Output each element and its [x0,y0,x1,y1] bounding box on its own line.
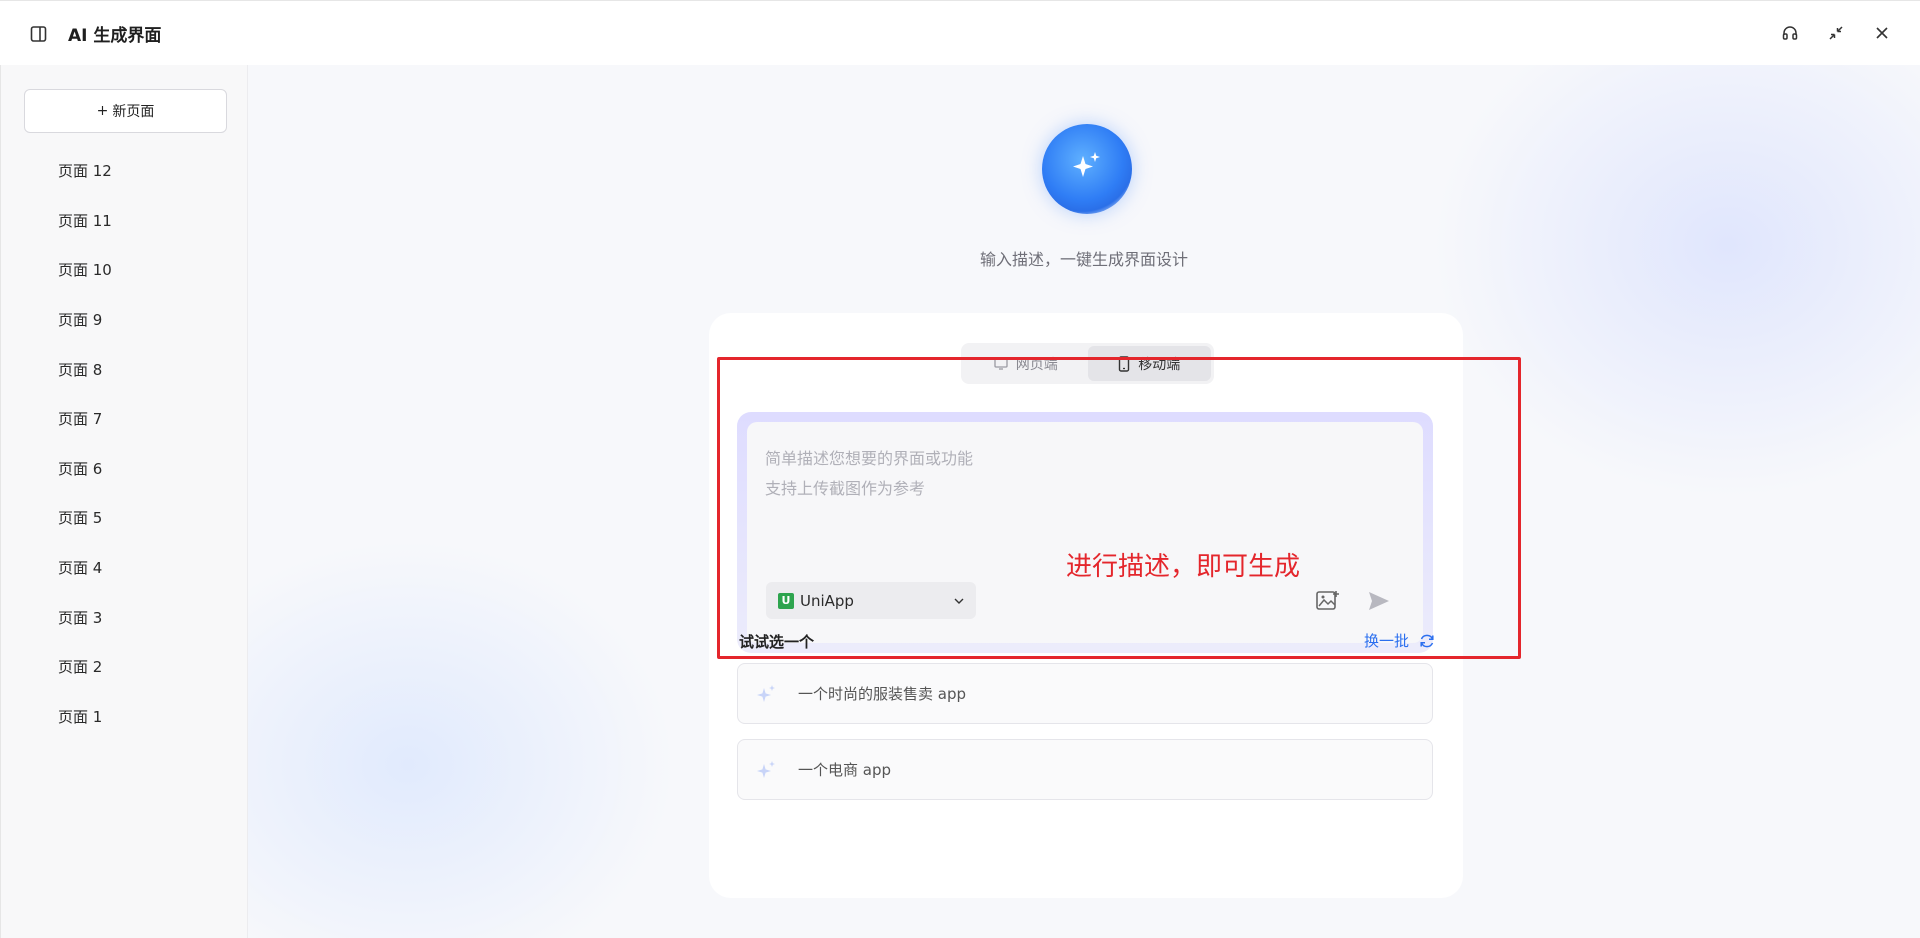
tab-mobile[interactable]: 移动端 [1087,346,1211,381]
sparkle-icon [1073,152,1100,177]
suggestion-text: 一个时尚的服装售卖 app [798,685,967,703]
main-area: 输入描述，一键生成界面设计 网页端 移动端 U UniApp [248,65,1920,938]
page-item[interactable]: 页面 1 [1,692,249,742]
sparkle-icon [757,685,775,702]
mobile-icon [1119,355,1130,372]
prompt-box: U UniApp [737,412,1433,653]
page-item[interactable]: 页面 5 [1,493,249,543]
monitor-icon [994,357,1008,370]
send-icon[interactable] [1367,589,1391,613]
sidebar-toggle-icon[interactable] [30,25,48,43]
refresh-icon [1420,634,1434,647]
ai-sparkle-logo [1042,124,1132,214]
new-page-label: 新页面 [112,104,155,120]
tab-web-label: 网页端 [1015,356,1058,373]
generate-card: 网页端 移动端 U UniApp [709,313,1463,898]
page-item[interactable]: 页面 8 [1,344,249,394]
refresh-label: 换一批 [1363,632,1409,650]
tab-mobile-label: 移动端 [1138,356,1181,373]
page-list: 页面 12 页面 11 页面 10 页面 9 页面 8 页面 7 页面 6 页面… [1,146,249,741]
annotation-text: 进行描述，即可生成 [1066,552,1301,582]
framework-select[interactable]: U UniApp [766,582,976,619]
page-item[interactable]: 页面 11 [1,196,249,246]
title-bar: AI 生成界面 [0,0,1920,65]
suggestion-text: 一个电商 app [798,761,892,779]
close-icon[interactable] [1872,23,1892,43]
sparkle-icon [757,761,775,778]
page-item[interactable]: 页面 2 [1,642,249,692]
framework-selected: UniApp [800,591,854,610]
page-item[interactable]: 页面 3 [1,592,249,642]
page-item[interactable]: 页面 7 [1,394,249,444]
refresh-suggestions-button[interactable]: 换一批 [1364,630,1435,651]
page-item[interactable]: 页面 4 [1,543,249,593]
collapse-icon[interactable] [1826,23,1846,43]
new-page-button[interactable]: + 新页面 [24,89,227,133]
platform-tabs: 网页端 移动端 [961,343,1214,384]
chevron-down-icon [954,598,964,604]
prompt-box-inner: U UniApp [747,422,1423,643]
suggestion-item[interactable]: 一个时尚的服装售卖 app [737,663,1433,724]
page-item[interactable]: 页面 10 [1,245,249,295]
suggestions-title: 试试选一个 [739,633,815,651]
page-item[interactable]: 页面 9 [1,295,249,345]
suggestion-item[interactable]: 一个电商 app [737,739,1433,800]
upload-image-icon[interactable] [1315,588,1341,614]
page-item[interactable]: 页面 12 [1,146,249,196]
sidebar: + 新页面 页面 12 页面 11 页面 10 页面 9 页面 8 页面 7 页… [0,65,248,938]
tab-web[interactable]: 网页端 [964,346,1088,381]
app-title: AI 生成界面 [68,26,162,46]
plus-icon: + [96,103,109,119]
tagline: 输入描述，一键生成界面设计 [979,250,1188,269]
headset-icon[interactable] [1780,23,1800,43]
uniapp-logo-icon: U [778,592,794,609]
prompt-input[interactable] [765,444,1405,554]
page-item[interactable]: 页面 6 [1,444,249,494]
